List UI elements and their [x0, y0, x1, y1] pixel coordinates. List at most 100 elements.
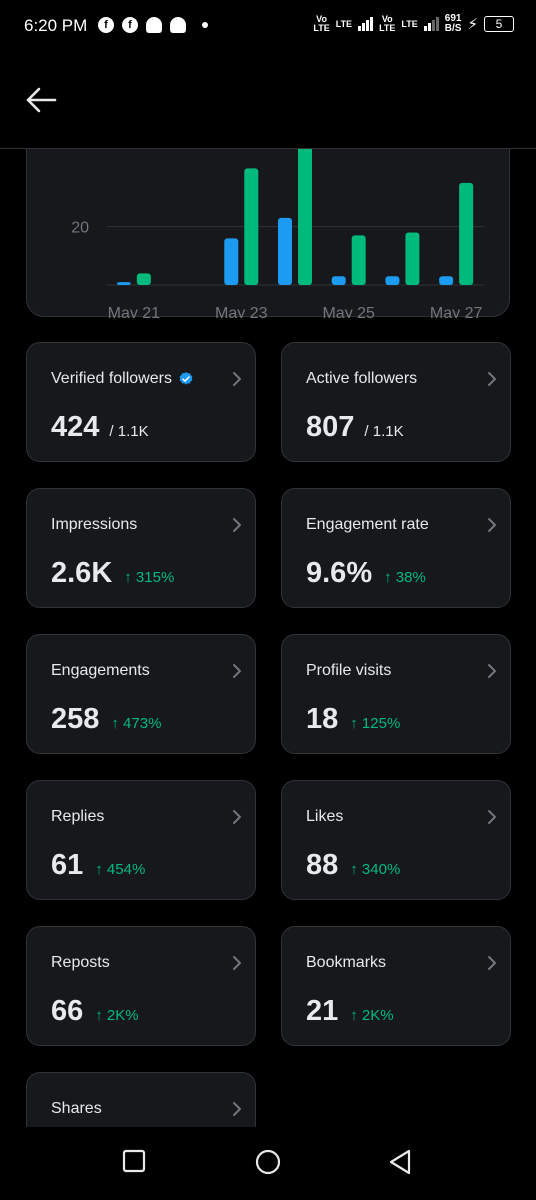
- metric-value-row: 18 ↑ 125%: [306, 703, 400, 736]
- chevron-right-icon: [488, 664, 496, 678]
- chevron-right-icon: [233, 810, 241, 824]
- metric-title-label: Active followers: [306, 370, 418, 387]
- metric-card-active-followers[interactable]: Active followers 807 / 1.1K: [281, 342, 511, 462]
- metric-card-engagement-rate[interactable]: Engagement rate 9.6% ↑ 38%: [281, 488, 511, 608]
- metric-value-row: 807 / 1.1K: [306, 411, 404, 444]
- metric-title-label: Reposts: [51, 954, 110, 971]
- metric-title-label: Engagements: [51, 662, 150, 679]
- signal-strength-icon: [423, 17, 439, 31]
- metric-change: ↑ 2K%: [95, 1007, 139, 1024]
- metric-total: / 1.1K: [109, 423, 149, 440]
- chart-bar[interactable]: [385, 276, 400, 285]
- x-tick-label: May 25: [322, 305, 375, 318]
- status-time: 6:20 PM: [24, 16, 88, 35]
- battery-level: 5: [495, 17, 503, 31]
- metric-title: Replies: [51, 808, 104, 826]
- metric-value-row: 61 ↑ 454%: [51, 849, 145, 882]
- network-speed: 691 B/S: [444, 13, 462, 34]
- metric-title: Reposts: [51, 954, 110, 972]
- chart-bar[interactable]: [351, 235, 366, 285]
- metric-card-profile-visits[interactable]: Profile visits 18 ↑ 125%: [281, 634, 511, 754]
- chart-bar[interactable]: [136, 273, 151, 285]
- metric-change: ↑ 125%: [350, 715, 401, 732]
- metric-title-label: Engagement rate: [306, 516, 429, 533]
- chevron-right-icon: [233, 664, 241, 678]
- metric-value: 18: [306, 703, 339, 735]
- metric-title-label: Profile visits: [306, 662, 392, 679]
- lte-indicator: LTE: [335, 18, 353, 29]
- chart-bar[interactable]: [405, 232, 420, 286]
- facebook-icon: f: [98, 17, 114, 33]
- back-arrow-icon[interactable]: [24, 85, 58, 115]
- metric-value-row: 2.6K ↑ 315%: [51, 557, 174, 590]
- chevron-right-icon: [488, 810, 496, 824]
- chart-bar[interactable]: [244, 168, 259, 285]
- metric-card-reposts[interactable]: Reposts 66 ↑ 2K%: [26, 926, 256, 1046]
- metric-card-shares[interactable]: Shares: [26, 1072, 256, 1127]
- analytics-content[interactable]: 6020May 21May 23May 25May 27 Verified fo…: [0, 149, 536, 1127]
- metric-title-label: Verified followers: [51, 370, 172, 387]
- verified-badge-icon: [179, 372, 193, 385]
- metric-title: Active followers: [306, 370, 417, 388]
- metric-value: 66: [51, 995, 84, 1027]
- chevron-right-icon: [488, 956, 496, 970]
- metric-card-engagements[interactable]: Engagements 258 ↑ 473%: [26, 634, 256, 754]
- back-triangle-icon[interactable]: [388, 1149, 412, 1175]
- chevron-right-icon: [488, 372, 496, 386]
- x-tick-label: May 21: [108, 305, 161, 318]
- more-notifications-dot-icon: [202, 22, 208, 28]
- metric-value: 258: [51, 703, 100, 735]
- metric-title: Profile visits: [306, 662, 391, 680]
- system-indicators: Vo LTE LTE Vo LTE LTE 691 B/S ⚡ 5: [313, 14, 514, 34]
- chart-card: 6020May 21May 23May 25May 27: [26, 149, 510, 318]
- metric-value: 88: [306, 849, 339, 881]
- metric-change: ↑ 315%: [124, 569, 175, 586]
- volte-indicator: Vo LTE: [379, 14, 396, 33]
- battery-icon: 5: [484, 16, 514, 32]
- metric-change: ↑ 473%: [111, 715, 162, 732]
- metric-change: ↑ 2K%: [350, 1007, 394, 1024]
- home-icon[interactable]: [255, 1149, 281, 1175]
- notification-icons: f f: [98, 17, 208, 33]
- chart-bar[interactable]: [224, 238, 239, 285]
- metric-card-bookmarks[interactable]: Bookmarks 21 ↑ 2K%: [281, 926, 511, 1046]
- metric-title: Shares: [51, 1100, 102, 1118]
- chevron-right-icon: [233, 372, 241, 386]
- snapchat-icon: [170, 17, 186, 33]
- facebook-icon: f: [122, 17, 138, 33]
- metric-value-row: 66 ↑ 2K%: [51, 995, 139, 1028]
- chart-bar[interactable]: [278, 217, 292, 285]
- status-bar: 6:20 PM f f Vo LTE LTE Vo LTE LTE 691 B/S ⚡…: [0, 0, 536, 52]
- metric-value: 2.6K: [51, 557, 113, 589]
- metric-title: Engagements: [51, 662, 150, 680]
- metric-card-replies[interactable]: Replies 61 ↑ 454%: [26, 780, 256, 900]
- chevron-right-icon: [233, 518, 241, 532]
- chevron-right-icon: [488, 518, 496, 532]
- system-navigation-bar: [0, 1127, 536, 1200]
- chart-bar[interactable]: [459, 182, 474, 285]
- recent-apps-icon[interactable]: [122, 1149, 146, 1173]
- snapchat-icon: [146, 17, 162, 33]
- metric-title: Likes: [306, 808, 343, 826]
- metric-title: Bookmarks: [306, 954, 386, 972]
- metric-card-verified-followers[interactable]: Verified followers 424 / 1.1K: [26, 342, 256, 462]
- metric-value-row: 424 / 1.1K: [51, 411, 149, 444]
- metric-change: ↑ 340%: [350, 861, 401, 878]
- metric-card-likes[interactable]: Likes 88 ↑ 340%: [281, 780, 511, 900]
- metric-card-impressions[interactable]: Impressions 2.6K ↑ 315%: [26, 488, 256, 608]
- metric-title-label: Likes: [306, 808, 344, 825]
- metric-title-label: Impressions: [51, 516, 138, 533]
- chart-bar[interactable]: [298, 149, 312, 285]
- metric-value: 61: [51, 849, 84, 881]
- y-tick-label: 20: [71, 220, 89, 237]
- chart-bar[interactable]: [439, 276, 454, 285]
- metric-title-label: Shares: [51, 1100, 102, 1117]
- metric-change: ↑ 454%: [95, 861, 146, 878]
- metric-title: Verified followers: [51, 370, 194, 388]
- signal-strength-icon: [358, 17, 374, 31]
- metric-value-row: 9.6% ↑ 38%: [306, 557, 426, 590]
- metric-title: Impressions: [51, 516, 137, 534]
- chart-bar[interactable]: [116, 282, 131, 285]
- chart-bar[interactable]: [331, 276, 346, 285]
- metric-total: / 1.1K: [364, 423, 404, 440]
